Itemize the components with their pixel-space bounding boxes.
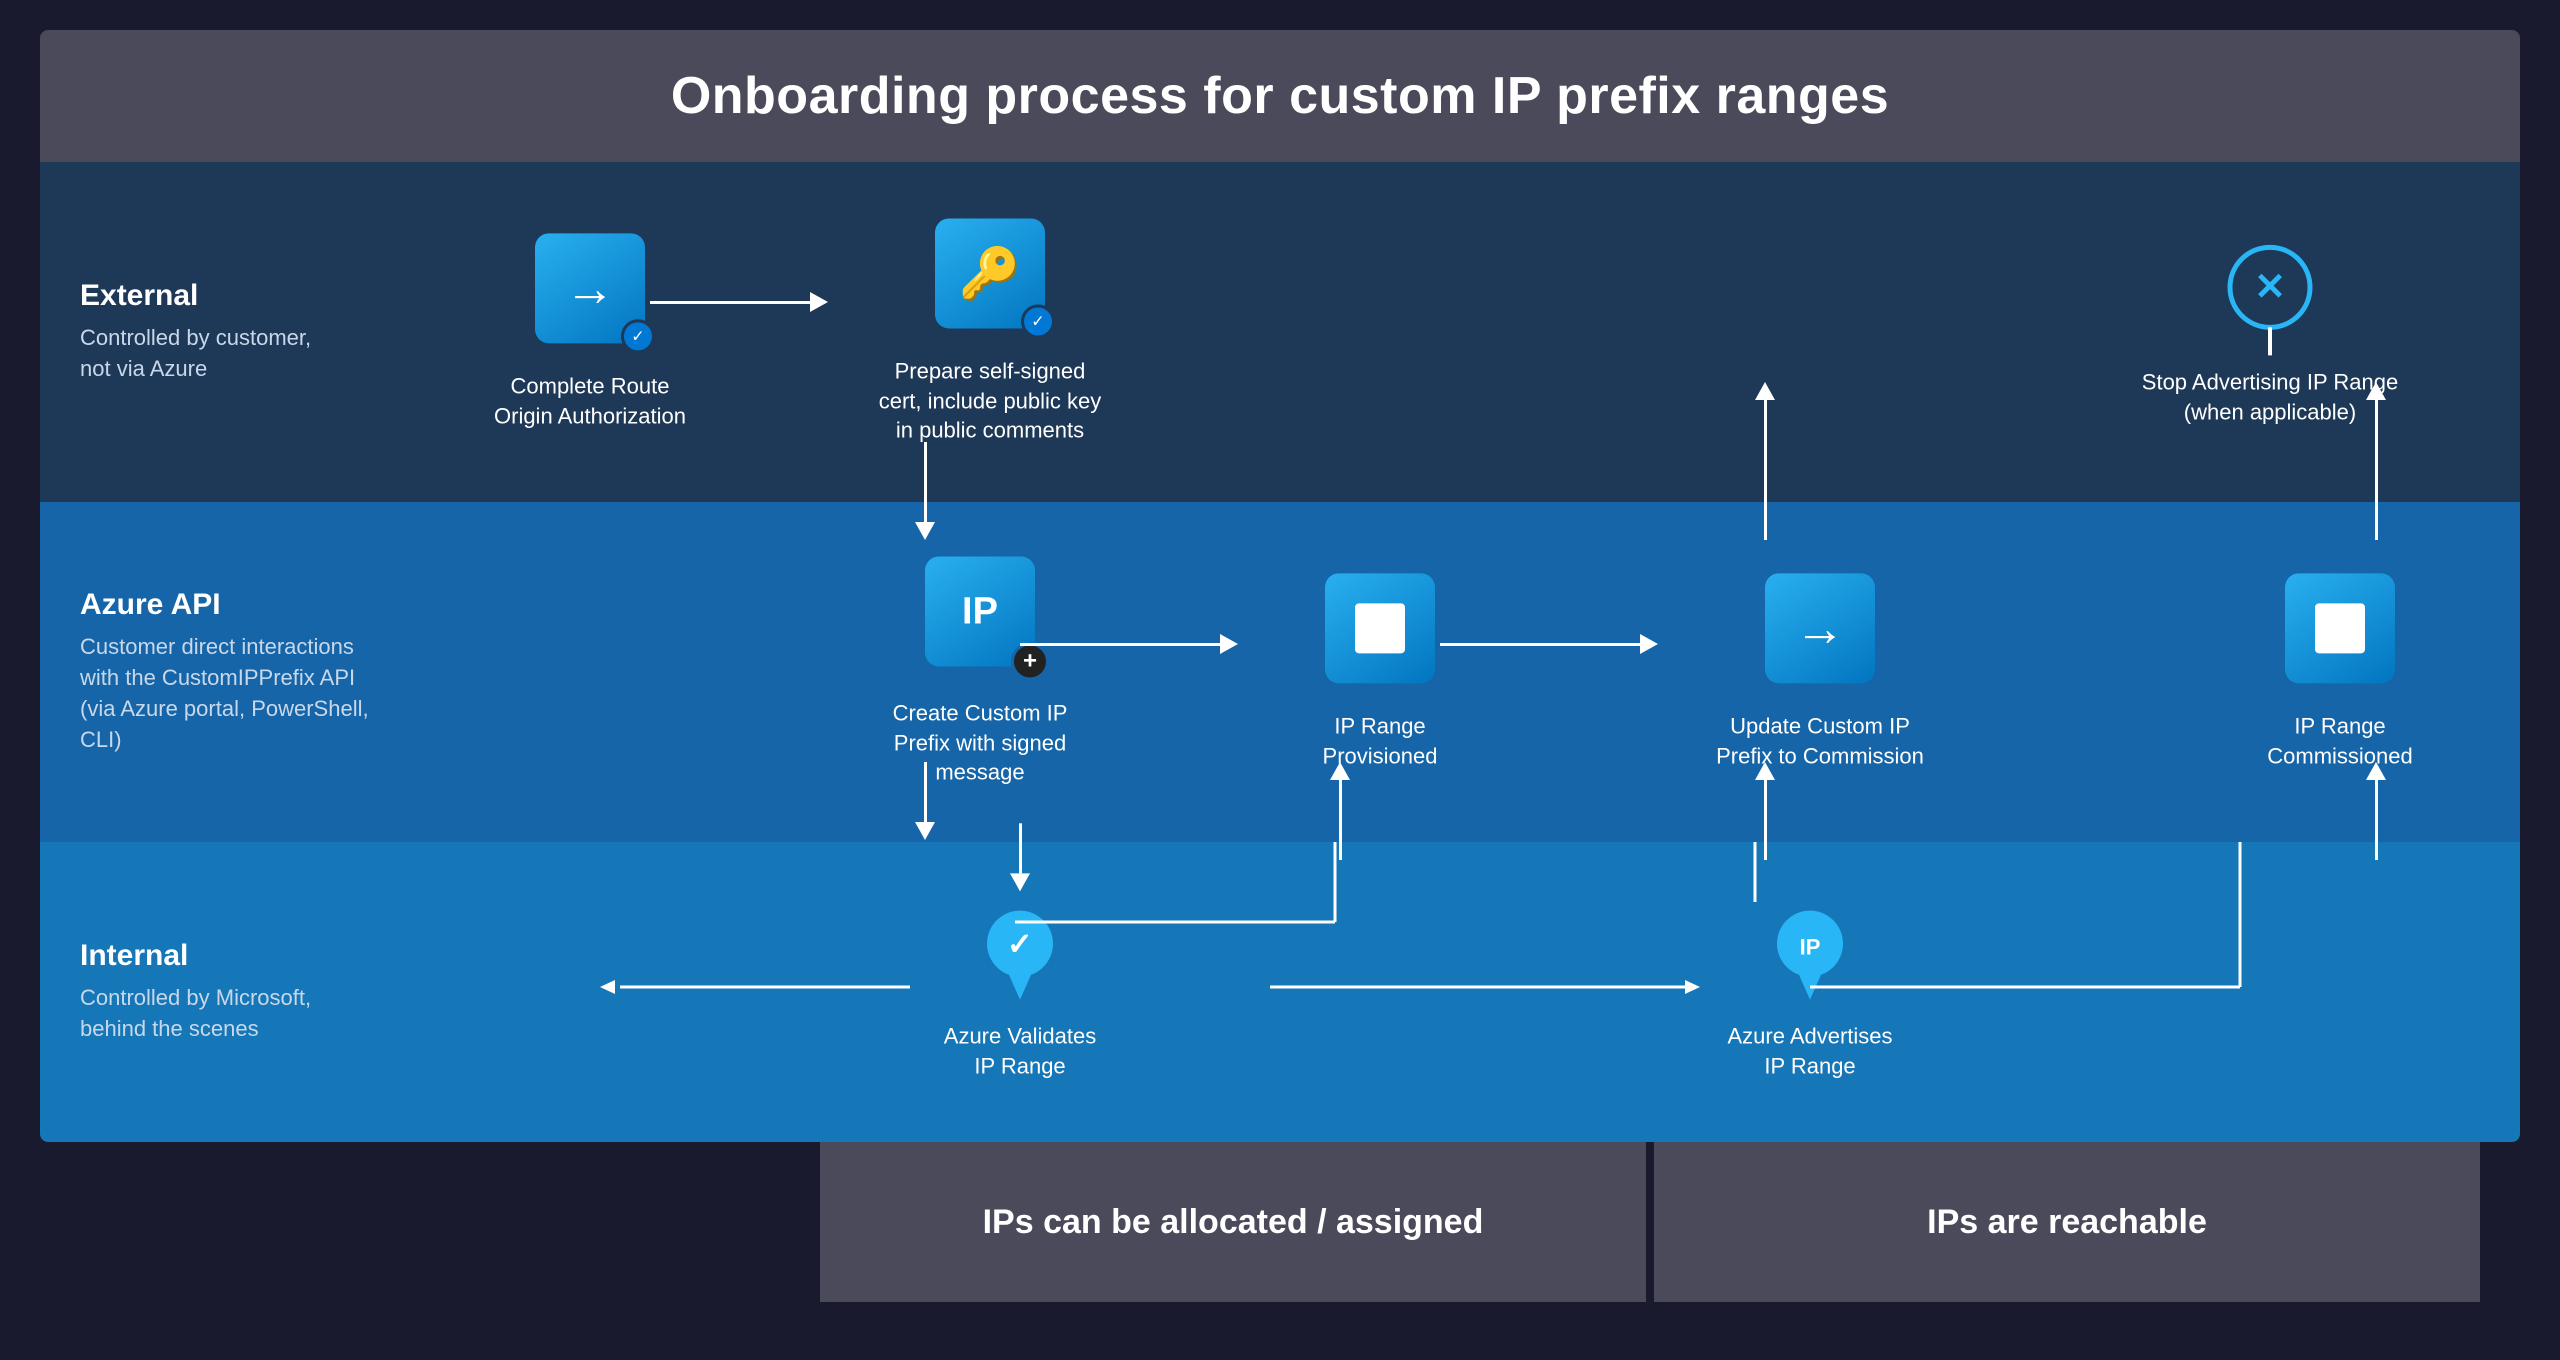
stop-pin-icon: ✕ xyxy=(2220,237,2320,357)
vert-line xyxy=(924,442,927,522)
external-label: External Controlled by customer,not via … xyxy=(40,279,420,385)
update-ip-caption: Update Custom IPPrefix to Commission xyxy=(1700,711,1940,770)
vert-arrowhead-up-comm xyxy=(2366,382,2386,400)
step-create-ip: IP + Create Custom IPPrefix with signed … xyxy=(860,556,1100,787)
arrow-head xyxy=(1640,634,1658,654)
vert-head-prov xyxy=(1330,762,1350,780)
internal-section: Internal Controlled by Microsoft,behind … xyxy=(40,842,2520,1142)
vert-up-to-prov xyxy=(1330,762,1350,860)
create-ip-tile: IP + xyxy=(925,556,1035,666)
arrow-head xyxy=(1220,634,1238,654)
comm-square-icon xyxy=(2315,603,2365,653)
vert-up-to-comm xyxy=(2366,762,2386,860)
svg-text:✓: ✓ xyxy=(1007,927,1033,962)
azure-content: IP + Create Custom IPPrefix with signed … xyxy=(420,502,2520,842)
vert-line-update xyxy=(1764,780,1767,860)
cert-caption: Prepare self-signedcert, include public … xyxy=(860,356,1120,445)
step-validate: ✓ Azure ValidatesIP Range xyxy=(910,903,1130,1080)
advertise-caption: Azure AdvertisesIP Range xyxy=(1700,1021,1920,1080)
stop-square-icon xyxy=(1355,603,1405,653)
azure-desc: Customer direct interactionswith the Cus… xyxy=(80,632,380,755)
vert-line-prov xyxy=(1339,780,1342,860)
update-arrow-icon: → xyxy=(1795,599,1845,657)
internal-heading: Internal xyxy=(80,939,380,973)
external-content: → ✓ Complete Route Origin Authorization … xyxy=(420,162,2520,502)
create-ip-caption: Create Custom IPPrefix with signed messa… xyxy=(860,698,1100,787)
vert-line xyxy=(924,762,927,822)
internal-arrows-right-svg xyxy=(420,842,2520,1142)
status-reachable-text: IPs are reachable xyxy=(1927,1203,2207,1242)
step-stop-advertising: ✕ Stop Advertising IP Range(when applica… xyxy=(2140,237,2400,426)
step-ip-provisioned: IP RangeProvisioned xyxy=(1280,573,1480,770)
arrow-4-5 xyxy=(1440,634,1658,654)
validate-pin-icon: ✓ xyxy=(970,903,1070,1013)
vert-arrowhead xyxy=(1010,873,1030,891)
cert-tile: 🔑 ✓ xyxy=(935,218,1045,328)
page-title: Onboarding process for custom IP prefix … xyxy=(60,66,2500,126)
main-diagram: External Controlled by customer,not via … xyxy=(40,162,2520,1142)
ip-text: IP xyxy=(962,590,998,633)
azure-section: Azure API Customer direct interactionswi… xyxy=(40,502,2520,842)
vert-arrow-up-comm xyxy=(2366,382,2386,540)
status-right-spacer xyxy=(2480,1142,2520,1302)
vert-arrowhead-up xyxy=(1755,382,1775,400)
ip-prov-caption: IP RangeProvisioned xyxy=(1280,711,1480,770)
status-allocatable: IPs can be allocated / assigned xyxy=(820,1142,1646,1302)
internal-desc: Controlled by Microsoft,behind the scene… xyxy=(80,983,380,1045)
vert-up-to-update xyxy=(1755,762,1775,860)
internal-arrows-svg xyxy=(420,842,2520,1142)
svg-text:✕: ✕ xyxy=(2254,266,2286,308)
vert-line-up-comm xyxy=(2375,400,2378,540)
arrow-right-icon: → xyxy=(565,259,615,317)
ip-comm-tile xyxy=(2285,573,2395,683)
advertise-pin-icon: IP xyxy=(1760,903,1860,1013)
title-bar: Onboarding process for custom IP prefix … xyxy=(40,30,2520,162)
step-cert: 🔑 ✓ Prepare self-signedcert, include pub… xyxy=(860,218,1120,445)
key-icon: 🔑 xyxy=(959,244,1021,303)
arrow-line xyxy=(1440,643,1640,646)
status-allocatable-text: IPs can be allocated / assigned xyxy=(983,1203,1484,1242)
internal-label: Internal Controlled by Microsoft,behind … xyxy=(40,939,420,1045)
vert-head-update xyxy=(1755,762,1775,780)
roa-caption: Complete Route Origin Authorization xyxy=(480,371,700,430)
ip-comm-caption: IP RangeCommissioned xyxy=(2240,711,2440,770)
vert-down-to-validate xyxy=(915,762,935,840)
stop-advertising-caption: Stop Advertising IP Range(when applicabl… xyxy=(2140,367,2400,426)
outer-container: Onboarding process for custom IP prefix … xyxy=(40,0,2520,1332)
status-bars: IPs can be allocated / assigned IPs are … xyxy=(40,1142,2520,1302)
external-desc: Controlled by customer,not via Azure xyxy=(80,323,380,385)
vert-line xyxy=(1019,823,1022,873)
azure-label: Azure API Customer direct interactionswi… xyxy=(40,588,420,755)
arrow-line xyxy=(650,301,810,304)
ip-prov-tile xyxy=(1325,573,1435,683)
arrow-1-2 xyxy=(650,292,828,312)
vert-line-comm2 xyxy=(2375,780,2378,860)
external-section: External Controlled by customer,not via … xyxy=(40,162,2520,502)
status-reachable: IPs are reachable xyxy=(1654,1142,2480,1302)
step-advertise: IP Azure AdvertisesIP Range xyxy=(1700,903,1920,1080)
roa-check-badge: ✓ xyxy=(621,319,655,353)
external-heading: External xyxy=(80,279,380,313)
update-ip-tile: → xyxy=(1765,573,1875,683)
vert-head-comm2 xyxy=(2366,762,2386,780)
vert-arrow-up-1 xyxy=(1755,382,1775,540)
arrow-head xyxy=(810,292,828,312)
validate-caption: Azure ValidatesIP Range xyxy=(910,1021,1130,1080)
arrow-3-4 xyxy=(1020,634,1238,654)
status-left-spacer xyxy=(40,1142,820,1302)
step-roa: → ✓ Complete Route Origin Authorization xyxy=(480,233,700,430)
vert-arrow-down-1 xyxy=(915,442,935,540)
arrow-line xyxy=(1020,643,1220,646)
azure-heading: Azure API xyxy=(80,588,380,622)
step-update-ip: → Update Custom IPPrefix to Commission xyxy=(1700,573,1940,770)
arrow-into-validate xyxy=(1010,823,1030,891)
vert-head xyxy=(915,822,935,840)
vert-arrowhead-down xyxy=(915,522,935,540)
cert-check-badge: ✓ xyxy=(1021,304,1055,338)
vert-line-up xyxy=(1764,400,1767,540)
svg-text:IP: IP xyxy=(1800,935,1821,960)
roa-tile: → ✓ xyxy=(535,233,645,343)
internal-content: ✓ Azure ValidatesIP Range xyxy=(420,842,2520,1142)
step-ip-commissioned: IP RangeCommissioned xyxy=(2240,573,2440,770)
